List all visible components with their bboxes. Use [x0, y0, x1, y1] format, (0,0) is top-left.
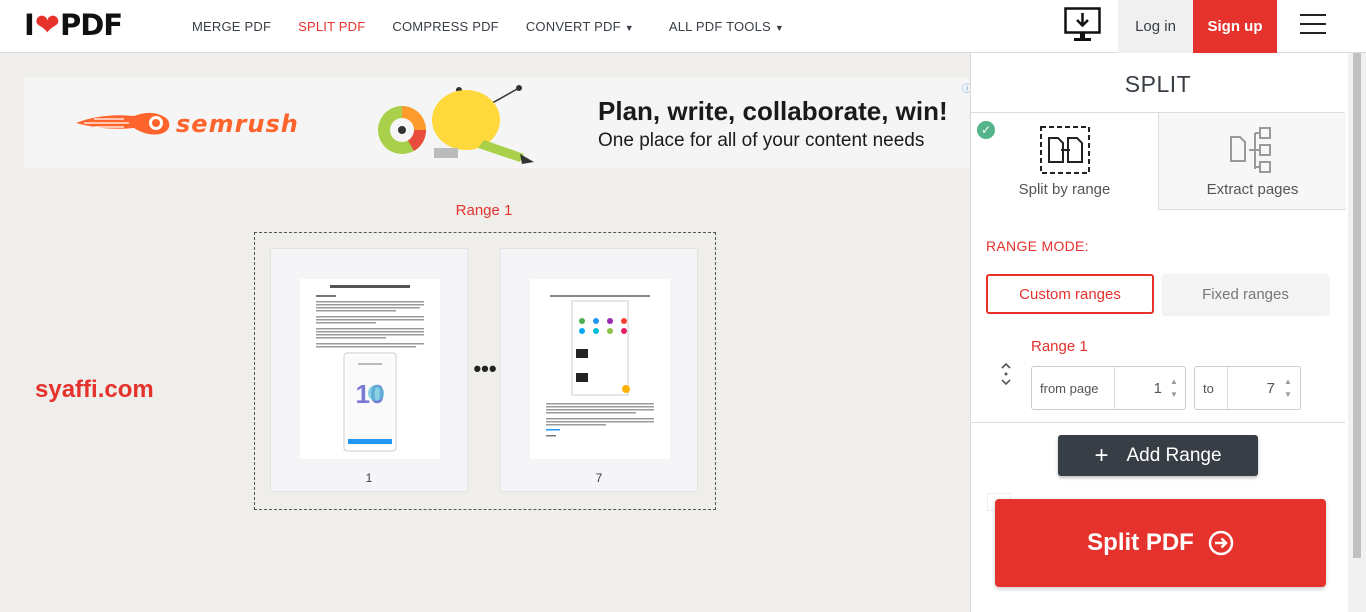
divider — [971, 422, 1345, 423]
stepper-icon[interactable]: ▲ ▼ — [1169, 375, 1179, 401]
to-page-value: 7 — [1266, 380, 1275, 397]
nav-all-pdf-tools[interactable]: ALL PDF TOOLS ▼ — [669, 19, 784, 34]
reorder-arrows-icon[interactable] — [999, 359, 1013, 389]
main-nav: MERGE PDF SPLIT PDF COMPRESS PDF CONVERT… — [192, 0, 811, 53]
extract-pages-icon — [1229, 127, 1271, 173]
nav-merge-pdf[interactable]: MERGE PDF — [192, 19, 271, 34]
from-page-label: from page — [1040, 381, 1099, 396]
page-number-last: 7 — [595, 471, 603, 485]
nav-convert-pdf[interactable]: CONVERT PDF ▼ — [526, 19, 634, 34]
split-range-icon — [1039, 126, 1090, 174]
split-pdf-label: Split PDF — [1087, 529, 1194, 556]
lightbulb-illustration — [378, 85, 534, 164]
from-page-input[interactable]: from page 1 ▲ ▼ — [1031, 366, 1186, 410]
ad-banner[interactable]: semrush Plan, write, collaborate, win! O… — [24, 78, 969, 168]
nav-convert-label: CONVERT PDF — [525, 19, 621, 34]
check-icon: ✓ — [977, 121, 995, 139]
desktop-download-icon[interactable] — [1064, 7, 1101, 43]
divider — [1114, 367, 1115, 409]
custom-ranges-button[interactable]: Custom ranges — [986, 274, 1154, 314]
caret-down-icon: ▼ — [774, 23, 785, 33]
login-button[interactable]: Log in — [1118, 0, 1193, 53]
page-thumbnail-card-first: 10 1 — [270, 248, 468, 492]
range-1-label: Range 1 — [1031, 338, 1088, 355]
semrush-brand: semrush — [176, 110, 299, 138]
sidebar-title: SPLIT — [1124, 71, 1192, 97]
ellipsis-icon: ••• — [473, 356, 497, 381]
caret-down-icon: ▼ — [624, 23, 634, 33]
page-thumbnail-last — [530, 279, 670, 459]
nav-all-tools-label: ALL PDF TOOLS — [668, 19, 771, 34]
to-page-input[interactable]: to 7 ▲ ▼ — [1194, 366, 1301, 410]
ad-title: Plan, write, collaborate, win! — [598, 96, 948, 126]
nav-split-pdf[interactable]: SPLIT PDF — [298, 19, 365, 34]
from-page-value: 1 — [1153, 380, 1162, 397]
ad-info-icon[interactable]: ⓘ — [962, 80, 972, 95]
preview-range-label: Range 1 — [455, 202, 513, 219]
scrollbar-thumb[interactable] — [1353, 53, 1361, 558]
watermark-text: syaffi.com — [35, 376, 154, 403]
to-page-label: to — [1203, 381, 1214, 396]
tab-extract-pages-label: Extract pages — [1206, 181, 1299, 198]
tab-split-by-range[interactable]: ✓ Split by range — [971, 113, 1158, 210]
nav-compress-pdf[interactable]: COMPRESS PDF — [392, 19, 498, 34]
add-range-button[interactable]: + Add Range — [1058, 435, 1258, 476]
logo-text-right: PDF — [59, 8, 123, 42]
split-options-sidebar: SPLIT ✓ Split by range Extract pages RAN… — [970, 53, 1348, 612]
heart-icon: ❤ — [34, 7, 60, 43]
stepper-icon[interactable]: ▲ ▼ — [1283, 375, 1293, 401]
page-thumbnail-card-last: 7 — [500, 248, 698, 492]
tab-extract-pages[interactable]: Extract pages — [1158, 113, 1346, 210]
top-header: I ❤ PDF MERGE PDF SPLIT PDF COMPRESS PDF C… — [0, 0, 1366, 53]
hamburger-menu-icon[interactable] — [1300, 14, 1326, 36]
logo-text-left: I — [24, 8, 35, 42]
page-number-first: 1 — [365, 471, 373, 485]
ad-subtitle: One place for all of your content needs — [598, 130, 925, 151]
fixed-ranges-button[interactable]: Fixed ranges — [1162, 274, 1329, 314]
split-pdf-button[interactable]: Split PDF — [995, 499, 1326, 587]
semrush-flame-icon — [76, 112, 170, 135]
range-mode-label: RANGE MODE: — [986, 238, 1089, 254]
signup-button[interactable]: Sign up — [1193, 0, 1277, 53]
ilovepdf-logo[interactable]: I ❤ PDF — [24, 7, 123, 43]
divider — [1227, 367, 1228, 409]
scrollbar[interactable] — [1348, 53, 1366, 612]
page-thumbnail-first: 10 — [300, 279, 440, 459]
add-range-label: Add Range — [1126, 444, 1222, 466]
plus-icon: + — [1094, 441, 1109, 469]
tab-split-by-range-label: Split by range — [1018, 181, 1111, 198]
arrow-circle-right-icon — [1208, 530, 1234, 556]
